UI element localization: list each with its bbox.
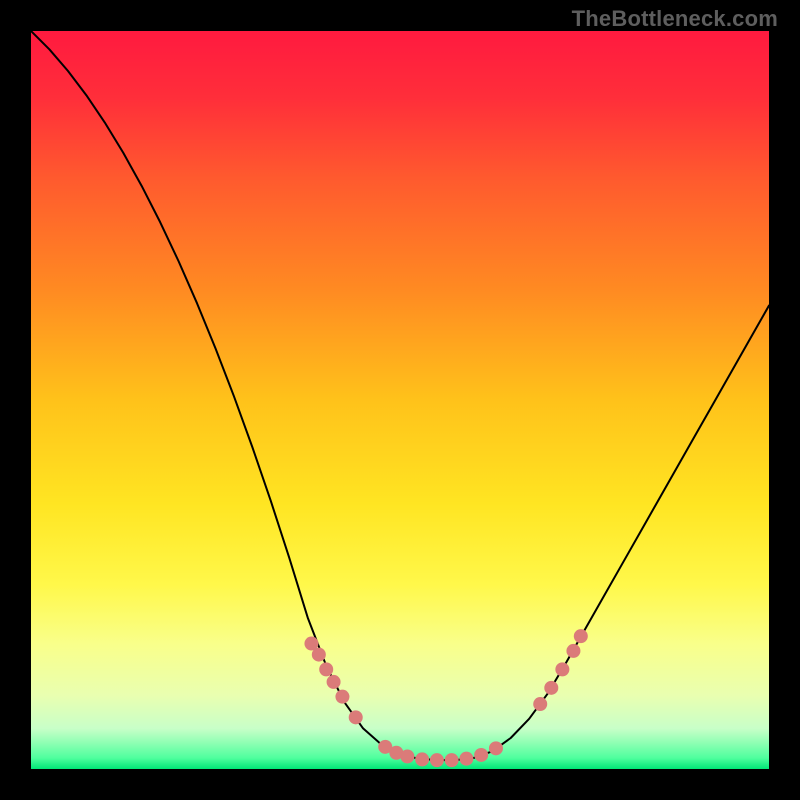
highlight-dot	[415, 752, 429, 766]
highlight-dot	[312, 648, 326, 662]
highlight-dot	[489, 741, 503, 755]
highlight-dot	[319, 662, 333, 676]
highlight-dot	[349, 710, 363, 724]
highlight-dot	[400, 749, 414, 763]
highlight-dot	[459, 752, 473, 766]
watermark-text: TheBottleneck.com	[572, 6, 778, 32]
highlight-dot	[327, 675, 341, 689]
highlight-dot	[445, 753, 459, 767]
highlight-dot	[566, 644, 580, 658]
highlight-dot	[544, 681, 558, 695]
chart-svg	[31, 31, 769, 769]
highlight-dot	[555, 662, 569, 676]
chart-plot-area	[31, 31, 769, 769]
highlight-dot	[430, 753, 444, 767]
highlight-dot	[533, 697, 547, 711]
highlight-dot	[474, 748, 488, 762]
chart-background	[31, 31, 769, 769]
highlight-dot	[574, 629, 588, 643]
highlight-dot	[335, 690, 349, 704]
